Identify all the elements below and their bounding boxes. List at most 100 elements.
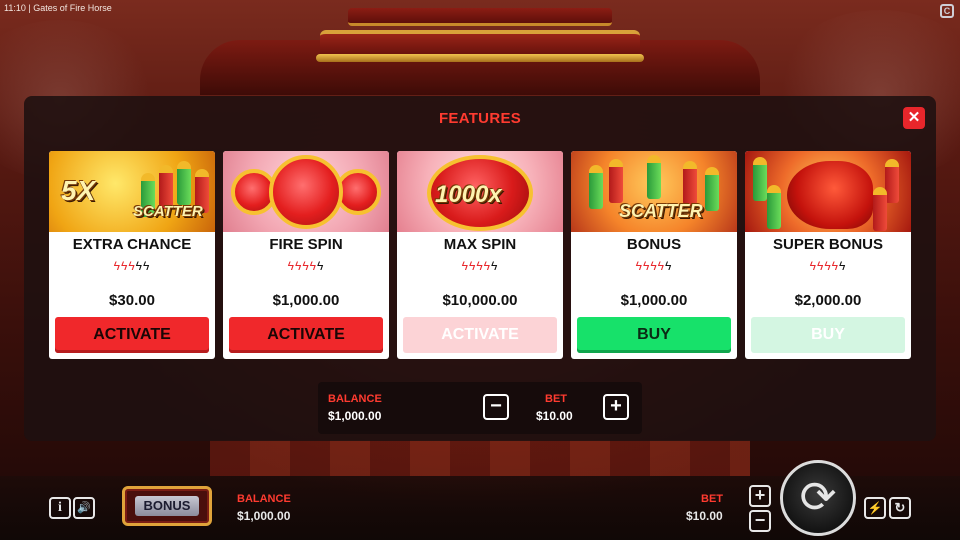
autoplay-button[interactable]: ↻ <box>889 497 911 519</box>
volatility-rating: ϟϟϟϟϟ <box>397 259 563 273</box>
autoplay-icon: ↻ <box>894 500 906 515</box>
sound-button[interactable]: 🔊 <box>73 497 95 519</box>
super-bonus-artwork <box>745 151 911 232</box>
lightning-bolt-icon: ϟ <box>143 259 151 273</box>
lightning-bolt-icon: ϟ <box>476 259 484 273</box>
firework-rocket-icon <box>767 185 781 229</box>
lightning-bolt-icon: ϟ <box>650 259 658 273</box>
spin-button[interactable]: ⟳ <box>780 460 856 536</box>
max-spin-artwork: 1000x <box>397 151 563 232</box>
buy-button-disabled: BUY <box>751 317 905 353</box>
firework-rocket-icon <box>609 159 623 203</box>
activate-button[interactable]: ACTIVATE <box>55 317 209 353</box>
modal-bet-value: $10.00 <box>536 409 573 423</box>
bonus-button-label: BONUS <box>135 496 199 516</box>
feature-card-max-spin: 1000x MAX SPIN ϟϟϟϟϟ $10,000.00 ACTIVATE <box>397 151 563 359</box>
firework-rocket-icon <box>647 155 661 199</box>
extra-chance-artwork: 5X SCATTER <box>49 151 215 232</box>
fire-horse-icon <box>787 161 873 229</box>
volatility-rating: ϟϟϟϟϟ <box>571 259 737 273</box>
spin-icon: ⟳ <box>799 473 837 522</box>
lightning-bolt-icon: ϟ <box>113 259 121 273</box>
lightning-bolt-icon: ϟ <box>665 259 673 273</box>
lightning-bolt-icon: ϟ <box>309 259 318 273</box>
sound-icon: 🔊 <box>77 502 91 514</box>
pagoda-base-decoration <box>210 440 750 476</box>
close-button[interactable]: ✕ <box>903 107 925 129</box>
lightning-bolt-icon: ϟ <box>635 259 643 273</box>
feature-price: $1,000.00 <box>620 292 688 309</box>
close-icon: ✕ <box>907 109 921 126</box>
volatility-rating: ϟϟϟϟϟ <box>223 259 389 273</box>
lightning-bolt-icon: ϟ <box>135 259 144 273</box>
status-time-title: 11:10 | Gates of Fire Horse <box>4 3 112 13</box>
lightning-bolt-icon: ϟ <box>317 259 325 273</box>
fire-spin-artwork <box>223 151 389 232</box>
firework-rocket-icon <box>705 167 719 211</box>
activate-button-disabled: ACTIVATE <box>403 317 557 353</box>
bet-decrease-button[interactable]: − <box>483 394 509 420</box>
feature-card-super-bonus: SUPER BONUS ϟϟϟϟϟ $2,000.00 BUY <box>745 151 911 359</box>
provider-logo-icon: C <box>940 4 954 18</box>
feature-card-fire-spin: FIRE SPIN ϟϟϟϟϟ $1,000.00 ACTIVATE <box>223 151 389 359</box>
hud-bet-decrease-button[interactable]: − <box>749 510 771 532</box>
feature-name: MAX SPIN <box>443 236 517 253</box>
bonus-artwork: SCATTER <box>571 151 737 232</box>
volatility-rating: ϟϟϟϟϟ <box>745 259 911 273</box>
feature-name: FIRE SPIN <box>269 236 343 253</box>
lightning-bolt-icon: ϟ <box>824 259 832 273</box>
bet-increase-button[interactable]: + <box>603 394 629 420</box>
scatter-art-text: SCATTER <box>133 203 203 220</box>
feature-price: $10,000.00 <box>442 292 518 309</box>
pagoda-gold-beam <box>316 54 644 62</box>
feature-card-extra-chance: 5X SCATTER EXTRA CHANCE ϟϟϟϟϟ $30.00 ACT… <box>49 151 215 359</box>
lightning-bolt-icon: ϟ <box>302 259 310 273</box>
lightning-bolt-icon: ϟ <box>831 259 840 273</box>
dragon-coin-icon <box>269 155 343 229</box>
hud-balance-label: BALANCE <box>237 493 291 505</box>
feature-name: BONUS <box>626 236 682 253</box>
lightning-bolt-icon: ϟ <box>287 259 295 273</box>
lightning-bolt-icon: ϟ <box>809 259 817 273</box>
hud-bet-increase-button[interactable]: + <box>749 485 771 507</box>
turbo-button[interactable]: ⚡ <box>864 497 886 519</box>
buy-button[interactable]: BUY <box>577 317 731 353</box>
firework-rocket-icon <box>177 161 191 205</box>
lightning-bolt-icon: ϟ <box>839 259 847 273</box>
modal-bet-label: BET <box>545 393 567 405</box>
volatility-rating: ϟϟϟϟϟ <box>49 259 215 273</box>
feature-name: EXTRA CHANCE <box>72 236 192 253</box>
firework-rocket-icon <box>683 161 697 205</box>
firework-rocket-icon <box>885 159 899 203</box>
multiplier-art-text: 5X <box>61 175 96 206</box>
turbo-icon: ⚡ <box>867 501 883 515</box>
bonus-buy-button[interactable]: BONUS <box>122 486 212 526</box>
hud-bet-label: BET <box>701 493 723 505</box>
hud-bet-value: $10.00 <box>686 509 723 523</box>
info-button[interactable]: i <box>49 497 71 519</box>
minus-icon: − <box>490 395 502 417</box>
lightning-bolt-icon: ϟ <box>128 259 136 273</box>
feature-name: SUPER BONUS <box>772 236 884 253</box>
modal-balance-label: BALANCE <box>328 393 382 405</box>
activate-button[interactable]: ACTIVATE <box>229 317 383 353</box>
plus-icon: + <box>610 395 622 417</box>
scatter-art-text: SCATTER <box>619 201 703 221</box>
plus-icon: + <box>754 485 766 505</box>
feature-card-bonus: SCATTER BONUS ϟϟϟϟϟ $1,000.00 BUY <box>571 151 737 359</box>
firework-rocket-icon <box>873 187 887 231</box>
feature-price: $1,000.00 <box>272 292 340 309</box>
feature-price: $30.00 <box>109 292 155 309</box>
modal-balance-bet-panel: BALANCE $1,000.00 − BET $10.00 + <box>318 382 642 434</box>
firework-rocket-icon <box>753 157 767 201</box>
firework-rocket-icon <box>589 165 603 209</box>
info-icon: i <box>58 500 62 515</box>
feature-price: $2,000.00 <box>794 292 862 309</box>
minus-icon: − <box>754 510 766 530</box>
modal-balance-value: $1,000.00 <box>328 409 382 423</box>
modal-title: FEATURES <box>438 110 522 127</box>
hud-balance-value: $1,000.00 <box>237 509 291 523</box>
max-multiplier-art-text: 1000x <box>435 181 502 208</box>
pagoda-roof-top <box>348 8 612 26</box>
lightning-bolt-icon: ϟ <box>491 259 499 273</box>
